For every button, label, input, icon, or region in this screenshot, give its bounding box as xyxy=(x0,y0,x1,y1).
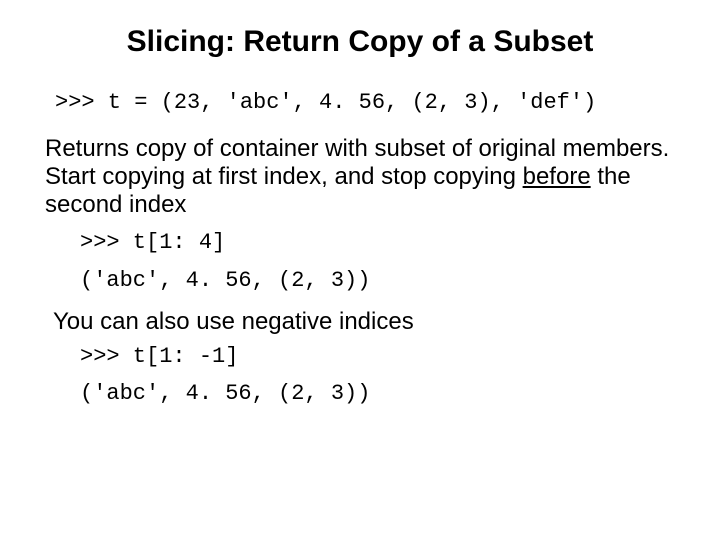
code-slice1-output: ('abc', 4. 56, (2, 3)) xyxy=(80,267,675,295)
code-slice2-input: >>> t[1: -1] xyxy=(80,343,675,371)
code-slice2-output: ('abc', 4. 56, (2, 3)) xyxy=(80,380,675,408)
code-assignment-example: >>> t = (23, 'abc', 4. 56, (2, 3), 'def'… xyxy=(55,89,675,117)
code-slice1-input: >>> t[1: 4] xyxy=(80,229,675,257)
explanation-paragraph-2: You can also use negative indices xyxy=(53,308,675,336)
slide-title: Slicing: Return Copy of a Subset xyxy=(45,25,675,59)
slide: Slicing: Return Copy of a Subset >>> t =… xyxy=(0,0,720,540)
explanation-paragraph-1: Returns copy of container with subset of… xyxy=(45,135,675,220)
explanation-paragraph-1-underline: before xyxy=(523,163,591,190)
